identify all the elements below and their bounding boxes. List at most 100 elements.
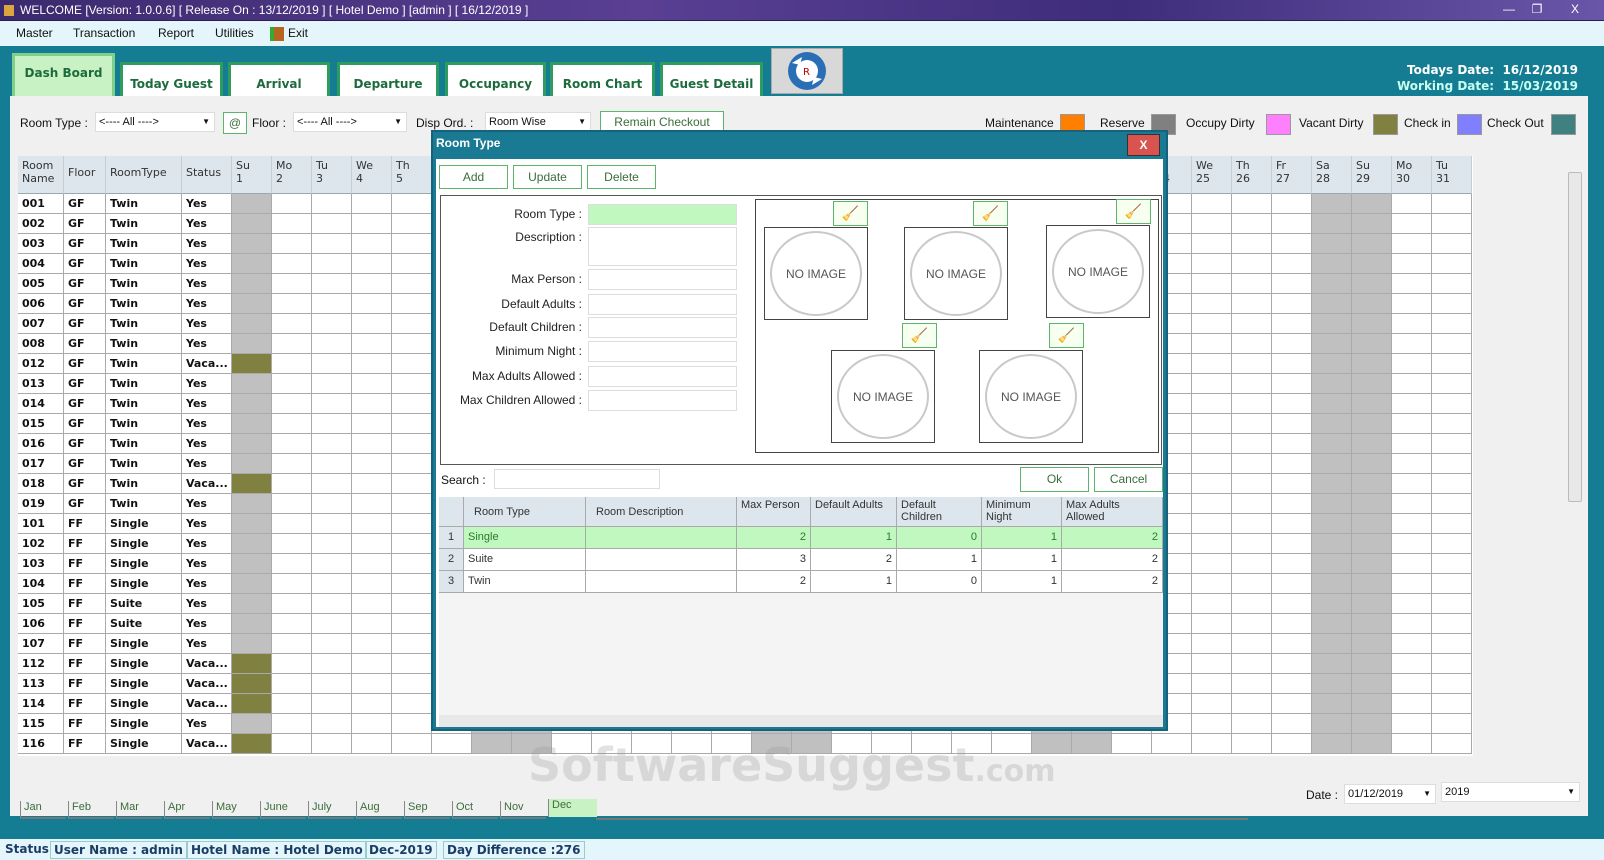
day-cell[interactable]: [312, 274, 352, 294]
default-children-input[interactable]: [588, 317, 737, 338]
update-button[interactable]: Update: [513, 165, 582, 189]
day-cell[interactable]: [432, 734, 472, 754]
day-cell[interactable]: [272, 194, 312, 214]
day-cell[interactable]: [1192, 394, 1232, 414]
day-cell[interactable]: [1232, 274, 1272, 294]
day-cell[interactable]: [1312, 494, 1352, 514]
day-cell[interactable]: [1192, 334, 1232, 354]
month-tab-oct[interactable]: Oct: [452, 801, 498, 819]
room-type-input[interactable]: [588, 204, 737, 225]
dialog-close-button[interactable]: X: [1127, 134, 1160, 156]
clear-image-broom-icon[interactable]: 🧹: [833, 201, 868, 226]
day-cell[interactable]: [1192, 634, 1232, 654]
day-cell[interactable]: [1192, 614, 1232, 634]
day-cell[interactable]: [1072, 734, 1112, 754]
day-cell[interactable]: [1232, 214, 1272, 234]
day-cell[interactable]: [1312, 514, 1352, 534]
day-cell[interactable]: [1432, 614, 1472, 634]
day-cell[interactable]: [392, 194, 432, 214]
month-tab-sep[interactable]: Sep: [404, 801, 450, 819]
day-cell[interactable]: [1312, 594, 1352, 614]
search-input[interactable]: [494, 469, 660, 489]
day-cell[interactable]: [272, 674, 312, 694]
day-cell[interactable]: [1192, 274, 1232, 294]
day-cell[interactable]: [1352, 274, 1392, 294]
day-cell[interactable]: [1432, 254, 1472, 274]
day-cell[interactable]: [392, 274, 432, 294]
day-cell[interactable]: [1312, 294, 1352, 314]
day-cell[interactable]: [272, 294, 312, 314]
grid-scroll-thumb[interactable]: [1568, 172, 1582, 502]
day-cell[interactable]: [312, 254, 352, 274]
day-cell[interactable]: [232, 214, 272, 234]
tab-room-chart[interactable]: Room Chart: [550, 62, 655, 97]
restore-button[interactable]: ❐: [1524, 1, 1550, 18]
menu-exit[interactable]: Exit: [288, 21, 308, 46]
day-cell[interactable]: [1312, 314, 1352, 334]
day-cell[interactable]: [1192, 314, 1232, 334]
day-cell[interactable]: [1192, 474, 1232, 494]
day-cell[interactable]: [352, 634, 392, 654]
day-cell[interactable]: [1272, 714, 1312, 734]
day-cell[interactable]: [1352, 694, 1392, 714]
day-cell[interactable]: [392, 634, 432, 654]
day-cell[interactable]: [312, 714, 352, 734]
column-header-room-description[interactable]: Room Description: [586, 497, 737, 527]
day-cell[interactable]: [312, 394, 352, 414]
day-cell[interactable]: [1192, 234, 1232, 254]
tab-occupancy[interactable]: Occupancy: [445, 62, 546, 97]
day-cell[interactable]: [1312, 614, 1352, 634]
day-cell[interactable]: [312, 734, 352, 754]
day-cell[interactable]: [1392, 194, 1432, 214]
day-cell[interactable]: [232, 594, 272, 614]
day-cell[interactable]: [1192, 674, 1232, 694]
day-cell[interactable]: [1432, 274, 1472, 294]
day-cell[interactable]: [1392, 534, 1432, 554]
day-cell[interactable]: [1392, 714, 1432, 734]
month-tab-feb[interactable]: Feb: [68, 801, 114, 819]
day-cell[interactable]: [1192, 214, 1232, 234]
day-cell[interactable]: [232, 394, 272, 414]
day-cell[interactable]: [1392, 254, 1432, 274]
day-cell[interactable]: [1392, 614, 1432, 634]
day-cell[interactable]: [1392, 334, 1432, 354]
day-cell[interactable]: [1232, 334, 1272, 354]
day-cell[interactable]: [1232, 394, 1272, 414]
day-cell[interactable]: [272, 554, 312, 574]
day-cell[interactable]: [1392, 574, 1432, 594]
day-cell[interactable]: [1352, 554, 1392, 574]
day-cell[interactable]: [312, 694, 352, 714]
tab-departure[interactable]: Departure: [337, 62, 439, 97]
day-cell[interactable]: [1432, 694, 1472, 714]
day-cell[interactable]: [312, 374, 352, 394]
day-cell[interactable]: [1272, 394, 1312, 414]
day-cell[interactable]: [352, 614, 392, 634]
day-cell[interactable]: [1432, 674, 1472, 694]
day-cell[interactable]: [392, 534, 432, 554]
day-cell[interactable]: [1312, 634, 1352, 654]
day-cell[interactable]: [392, 454, 432, 474]
day-cell[interactable]: [352, 414, 392, 434]
day-cell[interactable]: [232, 354, 272, 374]
day-cell[interactable]: [312, 574, 352, 594]
day-cell[interactable]: [352, 234, 392, 254]
day-cell[interactable]: [1352, 294, 1392, 314]
day-cell[interactable]: [272, 234, 312, 254]
day-cell[interactable]: [1392, 294, 1432, 314]
day-cell[interactable]: [352, 394, 392, 414]
menu-transaction[interactable]: Transaction: [73, 21, 135, 46]
day-cell[interactable]: [1192, 414, 1232, 434]
day-cell[interactable]: [312, 454, 352, 474]
image-slot-3[interactable]: NO IMAGE: [1046, 225, 1150, 318]
day-cell[interactable]: [1192, 694, 1232, 714]
clear-image-broom-icon[interactable]: 🧹: [1116, 199, 1151, 224]
day-cell[interactable]: [1392, 514, 1432, 534]
day-cell[interactable]: [1352, 614, 1392, 634]
day-cell[interactable]: [232, 574, 272, 594]
day-cell[interactable]: [1392, 694, 1432, 714]
day-cell[interactable]: [1392, 454, 1432, 474]
day-cell[interactable]: [272, 354, 312, 374]
day-cell[interactable]: [1312, 694, 1352, 714]
day-cell[interactable]: [272, 214, 312, 234]
day-cell[interactable]: [1432, 214, 1472, 234]
